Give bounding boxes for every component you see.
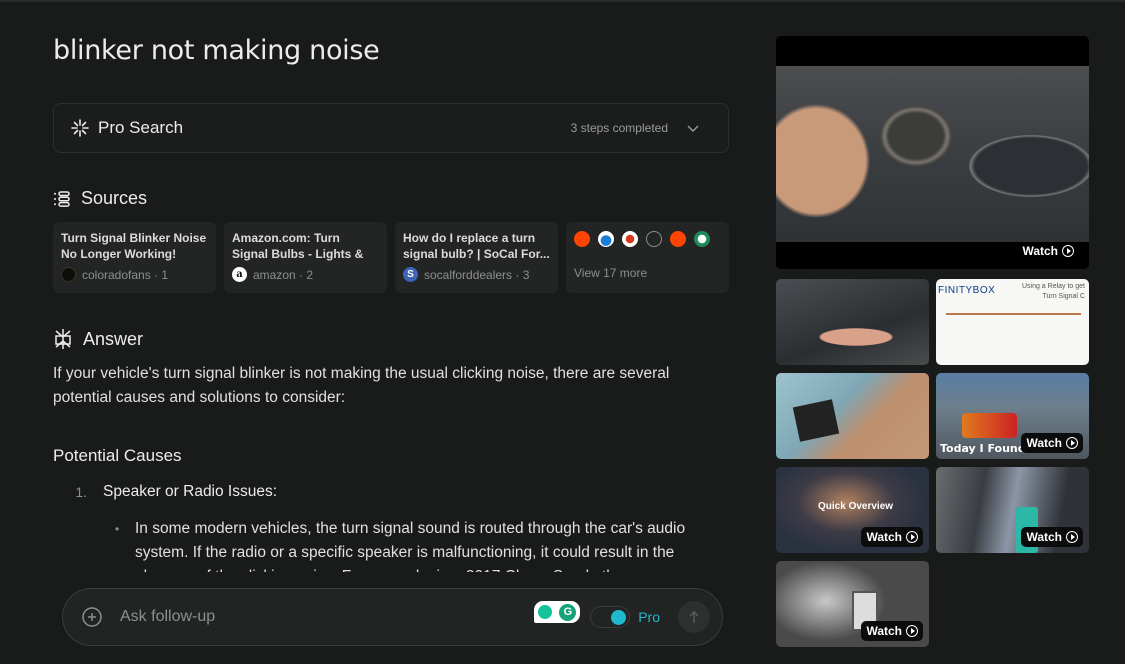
play-icon	[906, 625, 918, 637]
grammarly-icon: G	[559, 603, 577, 621]
dashboard-video[interactable]: Quick Overview Watch	[776, 467, 929, 553]
separator: ·	[512, 267, 523, 282]
source-title: Turn Signal Blinker Noise No Longer Work…	[61, 231, 207, 261]
tail-light-video[interactable]: Today I Found Out Watch	[936, 373, 1089, 459]
flasher-relay-image[interactable]	[776, 373, 929, 459]
pep-boys-icon	[622, 231, 638, 247]
play-icon	[1066, 531, 1078, 543]
sources-list-icon	[54, 190, 70, 207]
sources-title: Sources	[81, 188, 148, 208]
reddit-icon	[670, 231, 686, 247]
source-title: Amazon.com: Turn Signal Bulbs - Lights &…	[232, 231, 364, 261]
watch-button[interactable]: Watch	[861, 621, 923, 641]
weather-app-icon	[598, 231, 614, 247]
diagram-header: Using a Relay to get Turn Signal C	[1021, 283, 1085, 300]
watch-button[interactable]: Watch	[1017, 241, 1079, 261]
play-icon	[906, 531, 918, 543]
watch-button[interactable]: Watch	[1021, 433, 1083, 453]
watch-label: Watch	[1026, 436, 1062, 450]
arrow-up-icon	[689, 611, 699, 623]
followup-bar: G Pro	[62, 588, 723, 646]
watch-label: Watch	[1022, 244, 1058, 258]
answer-body: If your vehicle's turn signal blinker is…	[53, 362, 729, 589]
sources-list: Turn Signal Blinker Noise No Longer Work…	[53, 222, 729, 293]
watch-label: Watch	[866, 530, 902, 544]
causes-list: 1. Speaker or Radio Issues:	[53, 480, 729, 504]
answer-logo-icon	[55, 329, 71, 349]
source-site: coloradofans	[82, 267, 151, 282]
query-title: blinker not making noise	[53, 35, 380, 66]
green-shield-icon	[694, 231, 710, 247]
send-button[interactable]	[678, 601, 710, 633]
list-item-title: Speaker or Radio Issues:	[103, 483, 278, 500]
list-number: 1.	[75, 484, 87, 500]
separator: ·	[150, 267, 162, 282]
pro-toggle[interactable]	[590, 606, 631, 628]
more-sources-favicons	[574, 231, 721, 247]
source-title: How do I replace a turn signal bulb? | S…	[403, 231, 550, 261]
watch-button[interactable]: Watch	[861, 527, 923, 547]
source-index: 1	[161, 267, 169, 282]
tail-light-shape	[962, 413, 1017, 438]
sparkle-icon	[71, 119, 89, 137]
pro-label: Pro	[638, 609, 660, 625]
play-icon	[1062, 245, 1074, 257]
under-dash-video[interactable]: Watch	[936, 467, 1089, 553]
video-thumbnail	[776, 66, 1089, 242]
steps-completed: 3 steps completed	[570, 121, 668, 135]
reddit-icon	[574, 231, 590, 247]
answer-title: Answer	[83, 328, 144, 349]
source-index: 3	[522, 267, 530, 282]
answer-heading: Answer	[53, 328, 143, 350]
source-card[interactable]: Turn Signal Blinker Noise No Longer Work…	[53, 222, 216, 293]
source-site: socalforddealers	[424, 267, 513, 282]
grammarly-widget[interactable]: G	[534, 601, 581, 623]
watch-label: Watch	[866, 624, 902, 638]
list-item: 1. Speaker or Radio Issues:	[53, 480, 729, 504]
coloradofans-favicon	[61, 267, 76, 282]
lightbulb-icon	[537, 605, 552, 619]
relay-closeup-video[interactable]: Watch	[776, 561, 929, 647]
view-more-sources[interactable]: View 17 more	[566, 222, 729, 293]
video-caption: Quick Overview	[818, 501, 894, 512]
followup-input[interactable]	[120, 608, 535, 626]
diagram-brand: FINITYBOX	[938, 285, 996, 296]
pro-search-panel[interactable]: Pro Search 3 steps completed	[53, 103, 729, 153]
speaker-video[interactable]: Watch	[776, 36, 1089, 269]
mercedes-icon	[646, 231, 662, 247]
view-more-label: View 17 more	[574, 266, 648, 280]
relay-shape	[792, 399, 840, 442]
plus-circle-icon[interactable]	[81, 606, 103, 628]
chevron-down-icon[interactable]	[686, 121, 700, 135]
watch-label: Watch	[1026, 530, 1062, 544]
watch-button[interactable]: Watch	[1021, 527, 1083, 547]
amazon-favicon: a	[232, 267, 247, 282]
sources-heading: Sources	[53, 188, 147, 209]
source-site: amazon	[253, 267, 296, 282]
source-card[interactable]: How do I replace a turn signal bulb? | S…	[395, 222, 558, 293]
pro-search-label: Pro Search	[98, 118, 184, 137]
source-index: 2	[306, 267, 314, 282]
turn-signal-stalk-image[interactable]	[776, 279, 929, 365]
source-card[interactable]: Amazon.com: Turn Signal Bulbs - Lights &…	[224, 222, 387, 293]
diagram-wire	[946, 313, 1081, 315]
section-title: Potential Causes	[53, 446, 182, 465]
answer-intro: If your vehicle's turn signal blinker is…	[53, 365, 670, 406]
play-icon	[1066, 437, 1078, 449]
infinitybox-diagram-image[interactable]: FINITYBOX Using a Relay to get Turn Sign…	[936, 279, 1089, 365]
toggle-knob	[611, 610, 627, 625]
separator: ·	[295, 267, 307, 282]
socalford-favicon: S	[403, 267, 418, 282]
